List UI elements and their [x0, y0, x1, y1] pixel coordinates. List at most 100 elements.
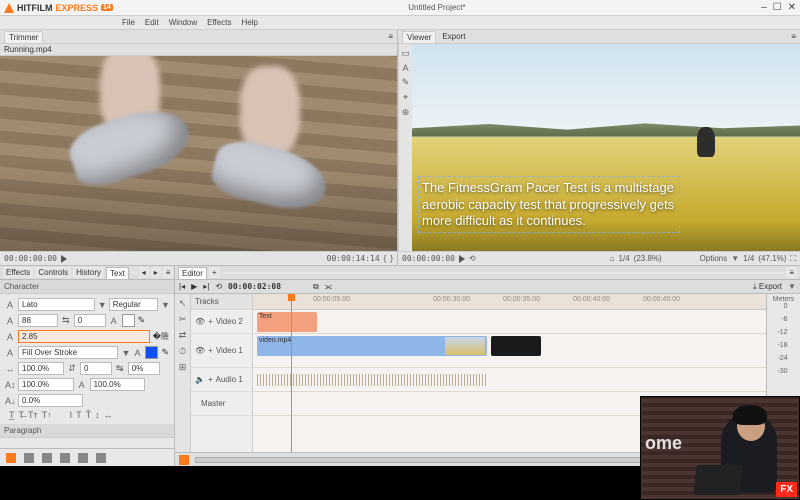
- trimmer-tc-in: 00:00:00:00: [4, 254, 57, 263]
- scale-y-input[interactable]: 100.0%: [18, 378, 74, 391]
- fill-color-swatch[interactable]: [122, 314, 135, 327]
- font-size-input[interactable]: 88: [18, 314, 58, 327]
- stroke-width-input[interactable]: 2.85: [18, 330, 150, 343]
- menu-effects[interactable]: Effects: [207, 18, 231, 27]
- quality-right[interactable]: 1/4: [743, 254, 754, 263]
- allcaps-icon[interactable]: T̂: [86, 410, 92, 420]
- tab-controls[interactable]: Controls: [35, 267, 71, 278]
- prev-icon[interactable]: ◂: [139, 267, 149, 278]
- quality-left[interactable]: 1/4: [619, 254, 630, 263]
- panel-menu-icon[interactable]: ≡: [791, 32, 796, 41]
- fullscreen-icon[interactable]: ⛶: [790, 254, 796, 264]
- bold-icon[interactable]: T: [76, 410, 82, 420]
- track-video1[interactable]: 👁+Video 1: [191, 334, 252, 368]
- marker-icon[interactable]: [179, 455, 189, 465]
- logo-icon: [4, 3, 14, 13]
- kerning-input[interactable]: 0: [74, 314, 106, 327]
- trimmer-play-button[interactable]: [61, 255, 67, 263]
- meters-label: Meters: [773, 296, 794, 303]
- font-family-select[interactable]: Lato: [18, 298, 95, 311]
- zoom-tool-icon[interactable]: ⊕: [402, 107, 410, 118]
- clip-text[interactable]: Text: [257, 312, 317, 332]
- menu-help[interactable]: Help: [241, 18, 257, 27]
- snap-toggle-icon[interactable]: ⊞: [179, 362, 187, 373]
- track-master[interactable]: Master: [191, 392, 252, 416]
- tab-history[interactable]: History: [73, 267, 104, 278]
- menu-edit[interactable]: Edit: [145, 18, 159, 27]
- media-tab-icon[interactable]: [96, 453, 106, 463]
- strikethrough-icon[interactable]: T̶: [19, 410, 25, 420]
- stroke-color-swatch[interactable]: [145, 346, 158, 359]
- scale-x-input[interactable]: 100.0%: [18, 362, 64, 375]
- set-in-icon[interactable]: {: [384, 254, 387, 263]
- slice-tool-icon[interactable]: ✂: [179, 314, 187, 325]
- playhead[interactable]: [291, 294, 292, 452]
- tab-export[interactable]: Export: [442, 32, 465, 41]
- font-weight-select[interactable]: Regular: [109, 298, 158, 311]
- rate-tool-icon[interactable]: ⏱: [179, 346, 186, 357]
- vertical-icon[interactable]: ↕: [95, 410, 100, 420]
- horizontal-icon[interactable]: ↔: [104, 410, 113, 420]
- media-tab-icon[interactable]: [24, 453, 34, 463]
- minimize-button[interactable]: –: [761, 2, 767, 13]
- tab-trimmer[interactable]: Trimmer: [4, 31, 43, 43]
- timeline-tc[interactable]: 00:00:02:08: [228, 282, 281, 291]
- inspector-panel: Effects Controls History Text ◂▸≡ Charac…: [0, 266, 175, 466]
- timeline-play-icon[interactable]: ▶: [191, 282, 197, 291]
- tab-editor[interactable]: Editor: [178, 267, 207, 279]
- text-overlay[interactable]: The FitnessGram Pacer Test is a multista…: [418, 176, 680, 233]
- stroke-mode-select[interactable]: Fill Over Stroke: [18, 346, 118, 359]
- export-button[interactable]: ⤓ Export: [753, 282, 782, 292]
- eyedropper-icon[interactable]: ✎: [161, 347, 169, 358]
- media-tab-icon[interactable]: [6, 453, 16, 463]
- time-ruler[interactable]: 00:00:05:00 00:00:30:00 00:00:35:00 00:0…: [253, 294, 766, 310]
- text-tool-icon[interactable]: A: [402, 63, 408, 73]
- smallcaps-icon[interactable]: Tᴛ: [28, 410, 38, 420]
- italic-icon[interactable]: I: [70, 410, 73, 420]
- slip-tool-icon[interactable]: ⇄: [179, 330, 187, 341]
- snap-icon[interactable]: ⧉: [313, 282, 319, 292]
- underline-icon[interactable]: T̲: [9, 410, 15, 420]
- clip-gap[interactable]: [491, 336, 541, 356]
- tab-viewer[interactable]: Viewer: [402, 31, 436, 43]
- program-viewport[interactable]: The FitnessGram Pacer Test is a multista…: [412, 44, 800, 251]
- tab-effects[interactable]: Effects: [3, 267, 33, 278]
- superscript-icon[interactable]: T↑: [42, 410, 52, 420]
- home-icon[interactable]: ⌂: [610, 254, 615, 263]
- fx-badge: FX: [776, 482, 797, 497]
- baseline-shift-input[interactable]: 0.0%: [18, 394, 83, 407]
- tracking-input[interactable]: 0%: [128, 362, 160, 375]
- leading-input[interactable]: 100.0%: [90, 378, 146, 391]
- hand-tool-icon[interactable]: ✎: [402, 77, 410, 88]
- track-audio1[interactable]: 🔈+Audio 1: [191, 368, 252, 392]
- orbit-tool-icon[interactable]: ⌖: [403, 92, 408, 103]
- add-tab-icon[interactable]: +: [209, 267, 220, 278]
- loop-icon[interactable]: ⟲: [469, 254, 476, 263]
- maximize-button[interactable]: ☐: [773, 2, 782, 13]
- loop-icon[interactable]: ⟲: [215, 282, 222, 291]
- goto-start-icon[interactable]: |◂: [179, 282, 185, 291]
- panel-menu-icon[interactable]: ≡: [388, 32, 393, 41]
- menu-file[interactable]: File: [122, 18, 135, 27]
- goto-end-icon[interactable]: ▸|: [203, 282, 209, 291]
- viewer-play-button[interactable]: [459, 255, 465, 263]
- eyedropper-icon[interactable]: ✎: [138, 315, 146, 326]
- tab-text[interactable]: Text: [106, 267, 129, 279]
- paragraph-section[interactable]: Paragraph: [0, 424, 174, 438]
- options-menu[interactable]: Options: [700, 254, 728, 263]
- set-out-icon[interactable]: }: [390, 254, 393, 263]
- text-style-buttons: T̲ T̶ Tᴛ T↑ I T T̂ ↕ ↔: [5, 410, 169, 420]
- track-video2[interactable]: 👁+Video 2: [191, 310, 252, 334]
- next-icon[interactable]: ▸: [151, 267, 161, 278]
- pointer-tool-icon[interactable]: ↖: [179, 298, 187, 309]
- link-icon[interactable]: ⫘: [325, 282, 332, 292]
- trimmer-viewport[interactable]: [0, 56, 397, 251]
- close-button[interactable]: ✕: [788, 2, 796, 13]
- media-tab-icon[interactable]: [78, 453, 88, 463]
- menu-window[interactable]: Window: [169, 18, 197, 27]
- baseline-input[interactable]: 0: [80, 362, 112, 375]
- media-tab-icon[interactable]: [42, 453, 52, 463]
- app-logo: HITFILM EXPRESS 14: [4, 3, 113, 13]
- media-tab-icon[interactable]: [60, 453, 70, 463]
- select-tool-icon[interactable]: ▭: [401, 48, 410, 59]
